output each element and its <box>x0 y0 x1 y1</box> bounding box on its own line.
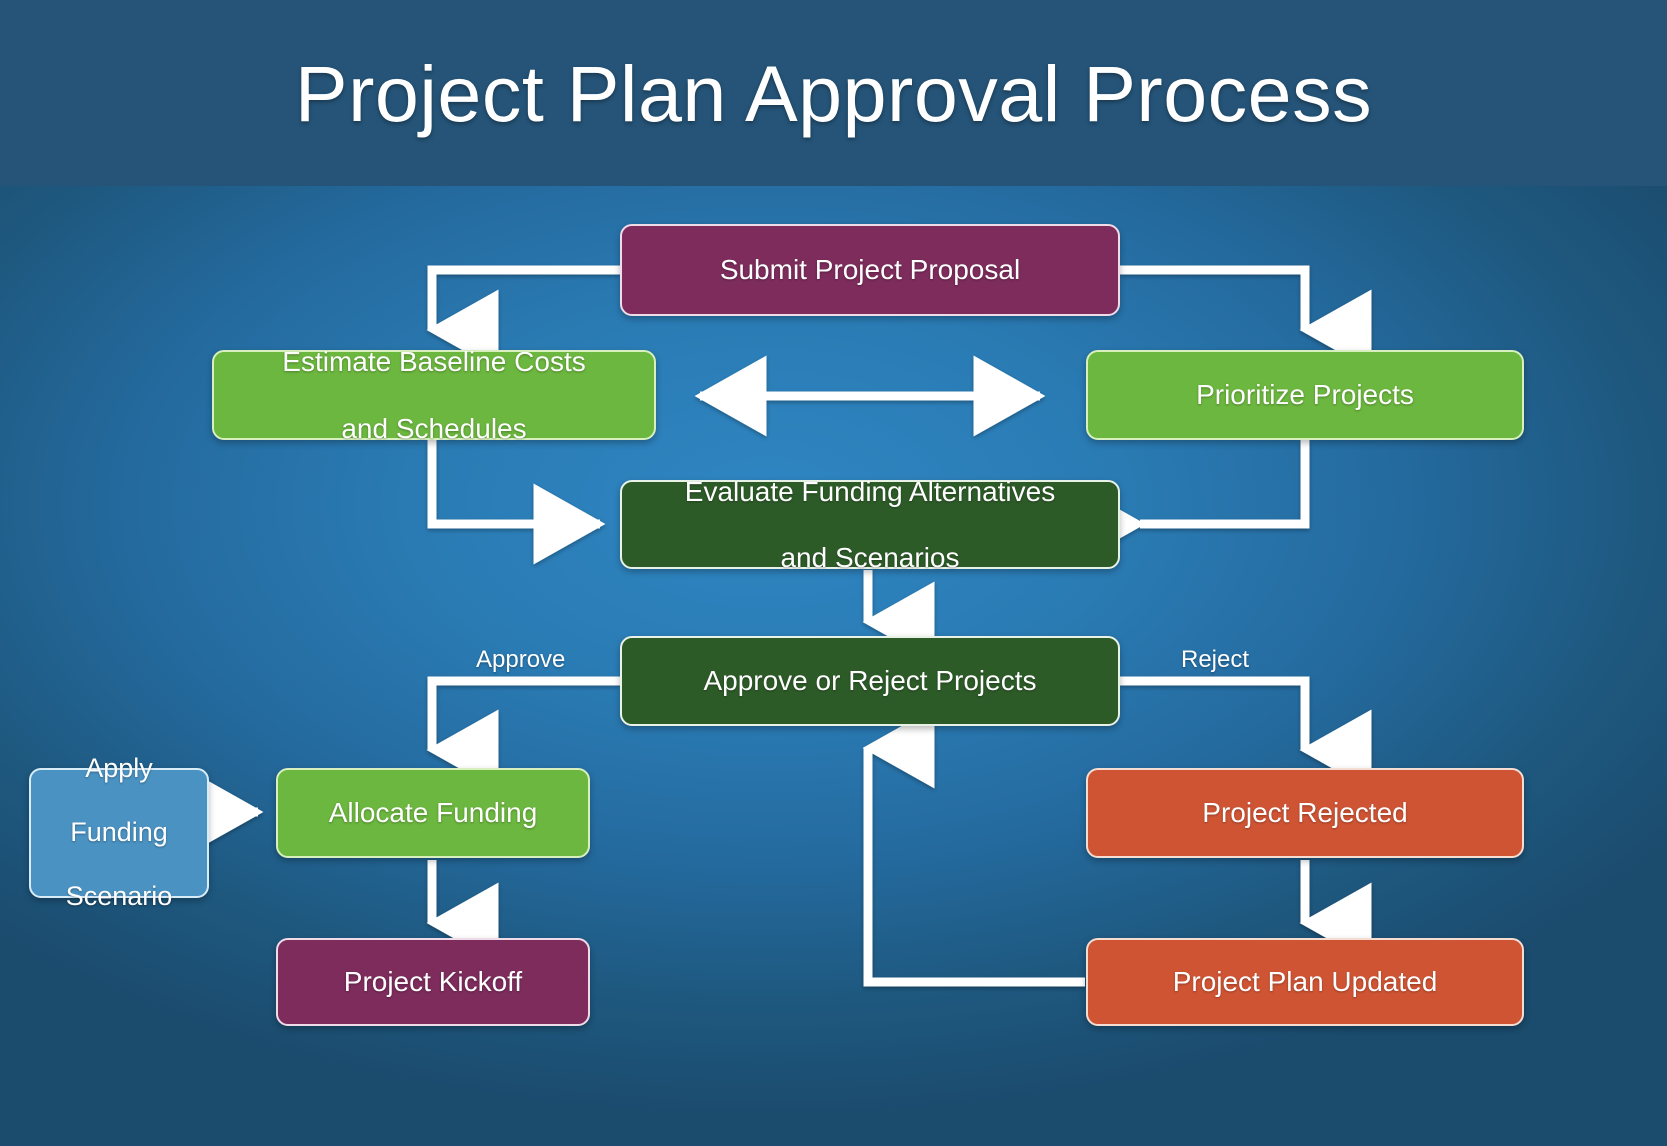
node-label: Evaluate Funding Alternatives and Scenar… <box>685 475 1055 574</box>
edge-submit-prioritize <box>1120 265 1372 371</box>
node-label: Project Plan Updated <box>1172 966 1438 998</box>
node-submit-project-proposal[interactable]: Submit Project Proposal <box>620 224 1120 316</box>
node-estimate-baseline-costs[interactable]: Estimate Baseline Costs and Schedules <box>212 346 656 444</box>
diagram-canvas: Project Plan Approval Process Submit Pro… <box>0 0 1667 1146</box>
node-label: Apply Funding Scenario <box>66 753 173 912</box>
node-label-line1: Evaluate Funding Alternatives <box>684 475 1056 507</box>
edge-estimate-evaluate <box>427 440 606 565</box>
node-label-line1: Estimate Baseline Costs <box>282 346 586 378</box>
node-project-plan-updated[interactable]: Project Plan Updated <box>1086 938 1524 1026</box>
edge-label-approve: Approve <box>476 646 566 673</box>
node-allocate-funding[interactable]: Allocate Funding <box>276 768 590 858</box>
node-label: Submit Project Proposal <box>719 254 1021 286</box>
edge-submit-estimate <box>426 265 620 371</box>
edge-label-reject: Reject <box>1181 646 1250 673</box>
node-label-line2: Funding <box>70 817 168 848</box>
node-approve-or-reject-projects[interactable]: Approve or Reject Projects <box>620 636 1120 726</box>
node-label: Allocate Funding <box>328 797 538 829</box>
node-label-line3: Scenario <box>65 880 173 911</box>
edge-decide-rejected <box>1120 676 1372 791</box>
node-project-kickoff[interactable]: Project Kickoff <box>276 938 590 1026</box>
node-label: Project Rejected <box>1202 797 1408 829</box>
node-prioritize-projects[interactable]: Prioritize Projects <box>1086 350 1524 440</box>
node-project-rejected[interactable]: Project Rejected <box>1086 768 1524 858</box>
node-label-line2: and Schedules <box>341 412 527 444</box>
node-label: Estimate Baseline Costs and Schedules <box>282 345 585 444</box>
node-evaluate-funding-alternatives[interactable]: Evaluate Funding Alternatives and Scenar… <box>620 476 1120 573</box>
edge-decide-allocate <box>426 676 620 791</box>
node-label: Project Kickoff <box>343 966 523 998</box>
node-label: Approve or Reject Projects <box>703 665 1037 697</box>
node-apply-funding-scenario[interactable]: Apply Funding Scenario <box>29 753 209 911</box>
node-label-line2: and Scenarios <box>780 542 960 574</box>
node-label: Prioritize Projects <box>1196 379 1414 411</box>
node-label-line1: Apply <box>85 753 153 784</box>
edge-prioritize-evaluate <box>1073 440 1310 565</box>
edge-updated-decide <box>862 707 1085 987</box>
